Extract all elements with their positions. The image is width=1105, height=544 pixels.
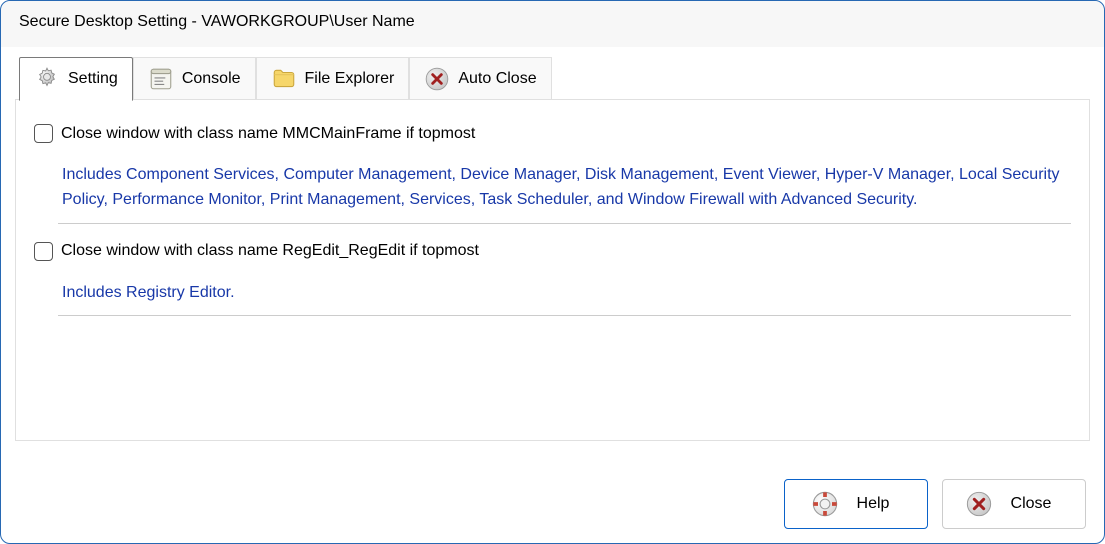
tab-strip: Setting Console: [19, 57, 1090, 100]
tab-console[interactable]: Console: [133, 57, 256, 100]
tab-auto-close-label: Auto Close: [458, 70, 536, 88]
tab-console-label: Console: [182, 70, 241, 88]
help-button-label: Help: [857, 495, 890, 513]
setting-mmc-row: Close window with class name MMCMainFram…: [34, 124, 1071, 143]
console-icon: [148, 66, 174, 92]
close-circle-icon: [965, 490, 993, 518]
gear-icon: [34, 66, 60, 92]
checkbox-mmc-label: Close window with class name MMCMainFram…: [61, 125, 475, 143]
setting-mmc: Close window with class name MMCMainFram…: [34, 124, 1071, 224]
close-button[interactable]: Close: [942, 479, 1086, 529]
close-button-label: Close: [1011, 495, 1052, 513]
lifebuoy-icon: [811, 490, 839, 518]
folder-icon: [271, 66, 297, 92]
titlebar: Secure Desktop Setting - VAWORKGROUP\Use…: [1, 1, 1104, 47]
tab-setting[interactable]: Setting: [19, 57, 133, 101]
description-regedit: Includes Registry Editor.: [58, 273, 1071, 317]
help-button[interactable]: Help: [784, 479, 928, 529]
window-title: Secure Desktop Setting - VAWORKGROUP\Use…: [19, 13, 415, 30]
content-area: Setting Console: [1, 47, 1104, 442]
description-mmc: Includes Component Services, Computer Ma…: [58, 155, 1071, 224]
checkbox-regedit[interactable]: [34, 242, 53, 261]
tab-file-explorer[interactable]: File Explorer: [256, 57, 410, 100]
tab-auto-close[interactable]: Auto Close: [409, 57, 551, 100]
checkbox-regedit-label: Close window with class name RegEdit_Reg…: [61, 242, 479, 260]
tab-panel-setting: Close window with class name MMCMainFram…: [15, 99, 1090, 441]
tab-setting-label: Setting: [68, 70, 118, 88]
close-circle-icon: [424, 66, 450, 92]
setting-regedit-row: Close window with class name RegEdit_Reg…: [34, 242, 1071, 261]
button-bar: Help Close: [784, 479, 1086, 529]
setting-regedit: Close window with class name RegEdit_Reg…: [34, 242, 1071, 317]
tab-file-explorer-label: File Explorer: [305, 70, 395, 88]
checkbox-mmc[interactable]: [34, 124, 53, 143]
app-window: Secure Desktop Setting - VAWORKGROUP\Use…: [0, 0, 1105, 544]
